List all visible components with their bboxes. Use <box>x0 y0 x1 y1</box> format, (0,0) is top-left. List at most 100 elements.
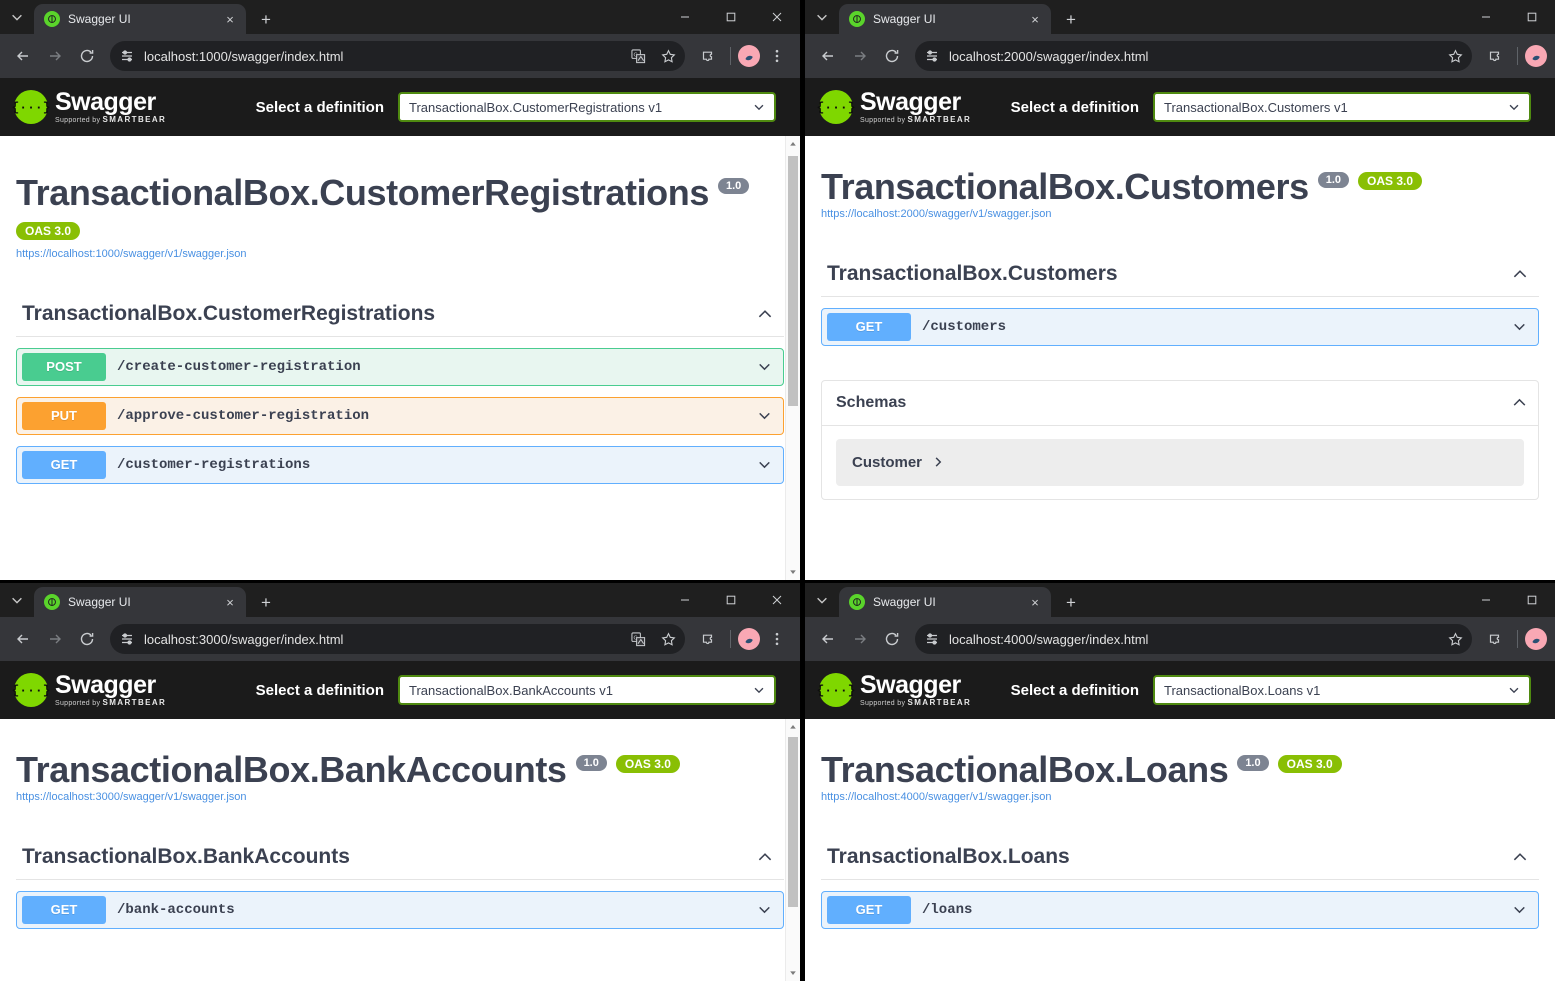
operation-row[interactable]: GET /loans <box>821 890 1539 929</box>
site-settings-icon[interactable] <box>925 631 941 647</box>
translate-icon[interactable]: G <box>627 628 649 650</box>
definition-select[interactable]: TransactionalBox.CustomerRegistrations v… <box>398 92 776 122</box>
browser-window-customer-registrations[interactable]: Swagger UI × + localhost:1000/swagger/in… <box>0 0 800 580</box>
scrollbar-thumb[interactable] <box>788 737 798 907</box>
swagger-logo[interactable]: {···} Swagger Supported by SMARTBEAR <box>12 673 166 707</box>
tab-close-icon[interactable]: × <box>222 11 238 27</box>
forward-arrow-icon[interactable] <box>40 624 70 654</box>
close-icon[interactable] <box>754 583 800 617</box>
new-tab-button[interactable]: + <box>1057 5 1085 33</box>
reload-icon[interactable] <box>72 624 102 654</box>
new-tab-button[interactable]: + <box>1057 588 1085 616</box>
forward-arrow-icon[interactable] <box>40 41 70 71</box>
swagger-json-link[interactable]: https://localhost:2000/swagger/v1/swagge… <box>821 208 1539 220</box>
profile-avatar-icon[interactable] <box>1525 45 1547 67</box>
operation-row[interactable]: GET /bank-accounts <box>16 890 784 929</box>
browser-window-bank-accounts[interactable]: Swagger UI × + localhost:3000/swagger/in… <box>0 583 800 981</box>
tag-section-header[interactable]: TransactionalBox.BankAccounts <box>16 845 784 880</box>
reload-icon[interactable] <box>72 41 102 71</box>
address-bar[interactable]: localhost:4000/swagger/index.html <box>915 624 1472 654</box>
tab-search-icon[interactable] <box>805 583 839 617</box>
profile-avatar-icon[interactable] <box>738 628 760 650</box>
tab-close-icon[interactable]: × <box>1027 11 1043 27</box>
tab-search-icon[interactable] <box>0 583 34 617</box>
bookmark-star-icon[interactable] <box>1444 45 1466 67</box>
page-scrollbar[interactable] <box>785 719 800 981</box>
bookmark-star-icon[interactable] <box>657 628 679 650</box>
swagger-logo[interactable]: {···} Swagger Supported by SMARTBEAR <box>12 90 166 124</box>
tag-section-header[interactable]: TransactionalBox.Loans <box>821 845 1539 880</box>
operation-row[interactable]: GET /customers <box>821 307 1539 346</box>
address-bar[interactable]: localhost:2000/swagger/index.html <box>915 41 1472 71</box>
site-settings-icon[interactable] <box>120 48 136 64</box>
tab-search-icon[interactable] <box>0 0 34 34</box>
browser-window-loans[interactable]: Swagger UI × + localhost:4000/swagger/in… <box>805 583 1555 981</box>
extensions-puzzle-icon[interactable] <box>1480 41 1510 71</box>
tab-close-icon[interactable]: × <box>1027 594 1043 610</box>
three-dot-menu-icon[interactable] <box>762 624 792 654</box>
chevron-down-icon[interactable] <box>756 407 773 424</box>
tag-section-header[interactable]: TransactionalBox.Customers <box>821 262 1539 297</box>
swagger-json-link[interactable]: https://localhost:1000/swagger/v1/swagge… <box>16 248 784 260</box>
back-arrow-icon[interactable] <box>813 41 843 71</box>
swagger-logo[interactable]: {···} Swagger Supported by SMARTBEAR <box>817 90 971 124</box>
minimize-icon[interactable] <box>662 0 708 34</box>
back-arrow-icon[interactable] <box>8 624 38 654</box>
definition-select[interactable]: TransactionalBox.Customers v1 <box>1153 92 1531 122</box>
maximize-icon[interactable] <box>1509 0 1555 34</box>
minimize-icon[interactable] <box>1463 0 1509 34</box>
swagger-json-link[interactable]: https://localhost:3000/swagger/v1/swagge… <box>16 791 784 803</box>
chevron-down-icon[interactable] <box>756 456 773 473</box>
scroll-down-arrow-icon[interactable] <box>786 564 800 580</box>
operation-row[interactable]: POST /create-customer-registration <box>16 347 784 386</box>
scrollbar-thumb[interactable] <box>788 156 798 406</box>
schemas-header[interactable]: Schemas <box>822 381 1538 426</box>
browser-tab[interactable]: Swagger UI × <box>839 4 1051 34</box>
browser-window-customers[interactable]: Swagger UI × + localhost:2000/swagger/in… <box>805 0 1555 580</box>
profile-avatar-icon[interactable] <box>738 45 760 67</box>
address-bar[interactable]: localhost:3000/swagger/index.html G <box>110 624 685 654</box>
schema-row[interactable]: Customer <box>836 438 1524 486</box>
translate-icon[interactable]: G <box>627 45 649 67</box>
browser-tab[interactable]: Swagger UI × <box>34 4 246 34</box>
extensions-puzzle-icon[interactable] <box>693 41 723 71</box>
site-settings-icon[interactable] <box>925 48 941 64</box>
extensions-puzzle-icon[interactable] <box>1480 624 1510 654</box>
browser-tab[interactable]: Swagger UI × <box>34 587 246 617</box>
maximize-icon[interactable] <box>1509 583 1555 617</box>
site-settings-icon[interactable] <box>120 631 136 647</box>
chevron-down-icon[interactable] <box>1511 318 1528 335</box>
chevron-right-icon[interactable] <box>932 456 944 468</box>
scroll-up-arrow-icon[interactable] <box>786 719 800 735</box>
swagger-json-link[interactable]: https://localhost:4000/swagger/v1/swagge… <box>821 791 1539 803</box>
swagger-logo[interactable]: {···} Swagger Supported by SMARTBEAR <box>817 673 971 707</box>
reload-icon[interactable] <box>877 624 907 654</box>
minimize-icon[interactable] <box>662 583 708 617</box>
chevron-down-icon[interactable] <box>756 901 773 918</box>
tab-search-icon[interactable] <box>805 0 839 34</box>
scroll-down-arrow-icon[interactable] <box>786 965 800 981</box>
back-arrow-icon[interactable] <box>813 624 843 654</box>
chevron-down-icon[interactable] <box>756 358 773 375</box>
maximize-icon[interactable] <box>708 0 754 34</box>
tab-close-icon[interactable]: × <box>222 594 238 610</box>
bookmark-star-icon[interactable] <box>657 45 679 67</box>
operation-row[interactable]: GET /customer-registrations <box>16 445 784 484</box>
definition-select[interactable]: TransactionalBox.BankAccounts v1 <box>398 675 776 705</box>
forward-arrow-icon[interactable] <box>845 41 875 71</box>
tag-section-header[interactable]: TransactionalBox.CustomerRegistrations <box>16 302 784 337</box>
scroll-up-arrow-icon[interactable] <box>786 136 800 152</box>
three-dot-menu-icon[interactable] <box>762 41 792 71</box>
browser-tab[interactable]: Swagger UI × <box>839 587 1051 617</box>
address-bar[interactable]: localhost:1000/swagger/index.html G <box>110 41 685 71</box>
bookmark-star-icon[interactable] <box>1444 628 1466 650</box>
page-scrollbar[interactable] <box>785 136 800 580</box>
profile-avatar-icon[interactable] <box>1525 628 1547 650</box>
operation-row[interactable]: PUT /approve-customer-registration <box>16 396 784 435</box>
back-arrow-icon[interactable] <box>8 41 38 71</box>
definition-select[interactable]: TransactionalBox.Loans v1 <box>1153 675 1531 705</box>
maximize-icon[interactable] <box>708 583 754 617</box>
new-tab-button[interactable]: + <box>252 5 280 33</box>
chevron-down-icon[interactable] <box>1511 901 1528 918</box>
minimize-icon[interactable] <box>1463 583 1509 617</box>
